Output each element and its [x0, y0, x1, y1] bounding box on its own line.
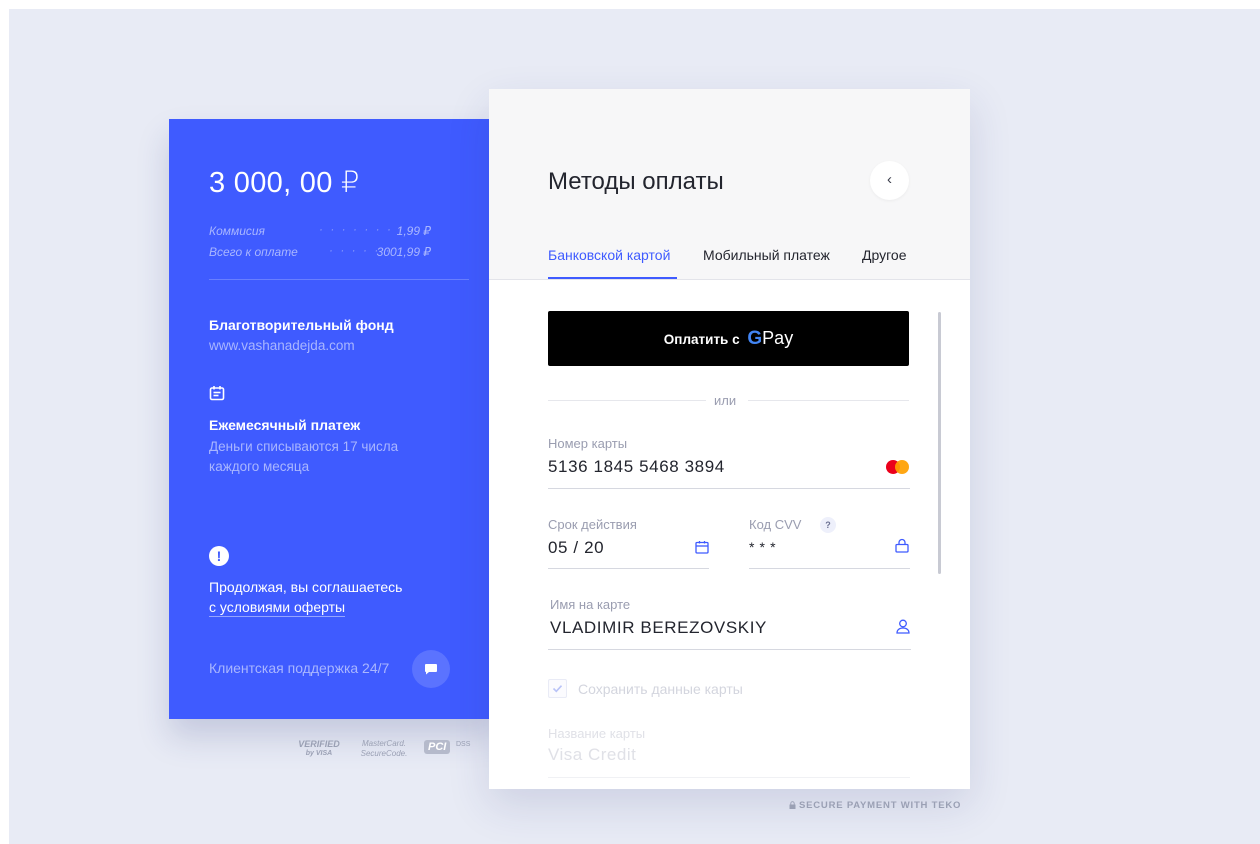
fee-label: Всего к оплате [209, 245, 298, 259]
tab-bank-card[interactable]: Банковской картой [548, 247, 670, 263]
cardholder-input[interactable]: VLADIMIR BEREZOVSKIY [550, 618, 767, 638]
google-g-icon: G [747, 328, 763, 349]
card-name-underline [548, 777, 910, 778]
calendar-icon [209, 386, 225, 401]
gpay-prefix: Оплатить с [663, 332, 740, 347]
lock-icon [895, 538, 909, 553]
scrollbar-thumb[interactable] [938, 312, 941, 574]
chat-icon [425, 664, 437, 675]
mc-bottom-text: SecureCode. [360, 749, 408, 758]
cardholder-label: Имя на карте [550, 597, 631, 612]
back-button[interactable]: ‹ [870, 161, 909, 200]
save-card-label: Сохранить данные карты [578, 681, 743, 697]
or-divider-right [748, 400, 909, 401]
card-name-label: Название карты [548, 726, 646, 741]
secure-payment-footer: SECURE PAYMENT WITH TEKO [789, 800, 961, 811]
terms-notice: Продолжая, вы соглашаетесь с условиями о… [209, 577, 449, 617]
support-label: Клиентская поддержка 24/7 [209, 660, 390, 676]
save-card-checkbox[interactable] [548, 679, 567, 698]
cvv-input[interactable]: * * * [749, 539, 776, 555]
mastercard-icon [886, 460, 910, 474]
exclamation-icon: ! [209, 546, 229, 566]
cvv-label: Код CVV [749, 517, 802, 532]
summary-divider [209, 279, 469, 280]
cvv-underline [749, 568, 910, 569]
mc-top-text: MasterCard. [361, 739, 406, 748]
merchant-url: www.vashanadejda.com [209, 338, 355, 353]
order-amount: 3 000, 00 ₽ [209, 167, 360, 199]
tab-mobile-payment[interactable]: Мобильный платеж [703, 247, 830, 263]
visa-top-text: VERIFIED [298, 739, 340, 749]
card-name-input[interactable]: Visa Credit [548, 745, 636, 765]
or-label: или [714, 393, 737, 408]
active-tab-indicator [548, 277, 677, 279]
tab-other[interactable]: Другое [862, 247, 906, 263]
user-icon [896, 619, 910, 634]
calendar-icon[interactable] [695, 540, 709, 554]
fee-label: Коммисия [209, 224, 265, 238]
cardholder-underline [548, 649, 911, 650]
fee-value: 3001,99 ₽ [376, 245, 431, 259]
expiry-label: Срок действия [548, 517, 637, 532]
terms-link[interactable]: с условиями оферты [209, 599, 346, 617]
card-number-label: Номер карты [548, 436, 628, 451]
chevron-left-icon: ‹ [887, 171, 892, 188]
mastercard-securecode-logo: MasterCard. SecureCode. [358, 739, 410, 759]
pci-logo: PCI [424, 740, 451, 754]
recurring-description: Деньги списываются 17 числа каждого меся… [209, 439, 399, 474]
check-icon [552, 685, 563, 693]
dss-text: DSS [456, 741, 471, 748]
visa-bottom-text: by VISA [305, 750, 333, 757]
lock-icon [789, 801, 796, 809]
card-number-input[interactable]: 5136 1845 5468 3894 [548, 457, 725, 477]
or-divider-left [548, 400, 706, 401]
payment-header: Методы оплаты ‹ Банковской картой Мобиль… [489, 89, 970, 280]
expiry-input[interactable]: 05 / 20 [548, 538, 604, 558]
support-chat-button[interactable] [412, 650, 450, 688]
order-summary-panel: 3 000, 00 ₽ Коммисия · · · · · · · · · 1… [169, 119, 499, 719]
verified-by-visa-logo: VERIFIED by VISA [296, 739, 342, 759]
fee-value: 1,99 ₽ [396, 224, 431, 238]
secure-payment-text: SECURE PAYMENT WITH TEKO [799, 800, 962, 811]
google-pay-button[interactable]: Оплатить с GPay [548, 311, 909, 366]
cvv-help-icon[interactable]: ? [820, 517, 836, 533]
card-number-underline [548, 488, 910, 489]
terms-text: Продолжая, вы соглашаетесь [209, 579, 403, 595]
recurring-title: Ежемесячный платеж [209, 417, 361, 433]
payment-methods-card: Методы оплаты ‹ Банковской картой Мобиль… [489, 89, 970, 789]
merchant-name: Благотворительный фонд [209, 317, 394, 333]
expiry-underline [548, 568, 709, 569]
gpay-pay-text: Pay [762, 328, 794, 348]
page-title: Методы оплаты [548, 168, 724, 195]
